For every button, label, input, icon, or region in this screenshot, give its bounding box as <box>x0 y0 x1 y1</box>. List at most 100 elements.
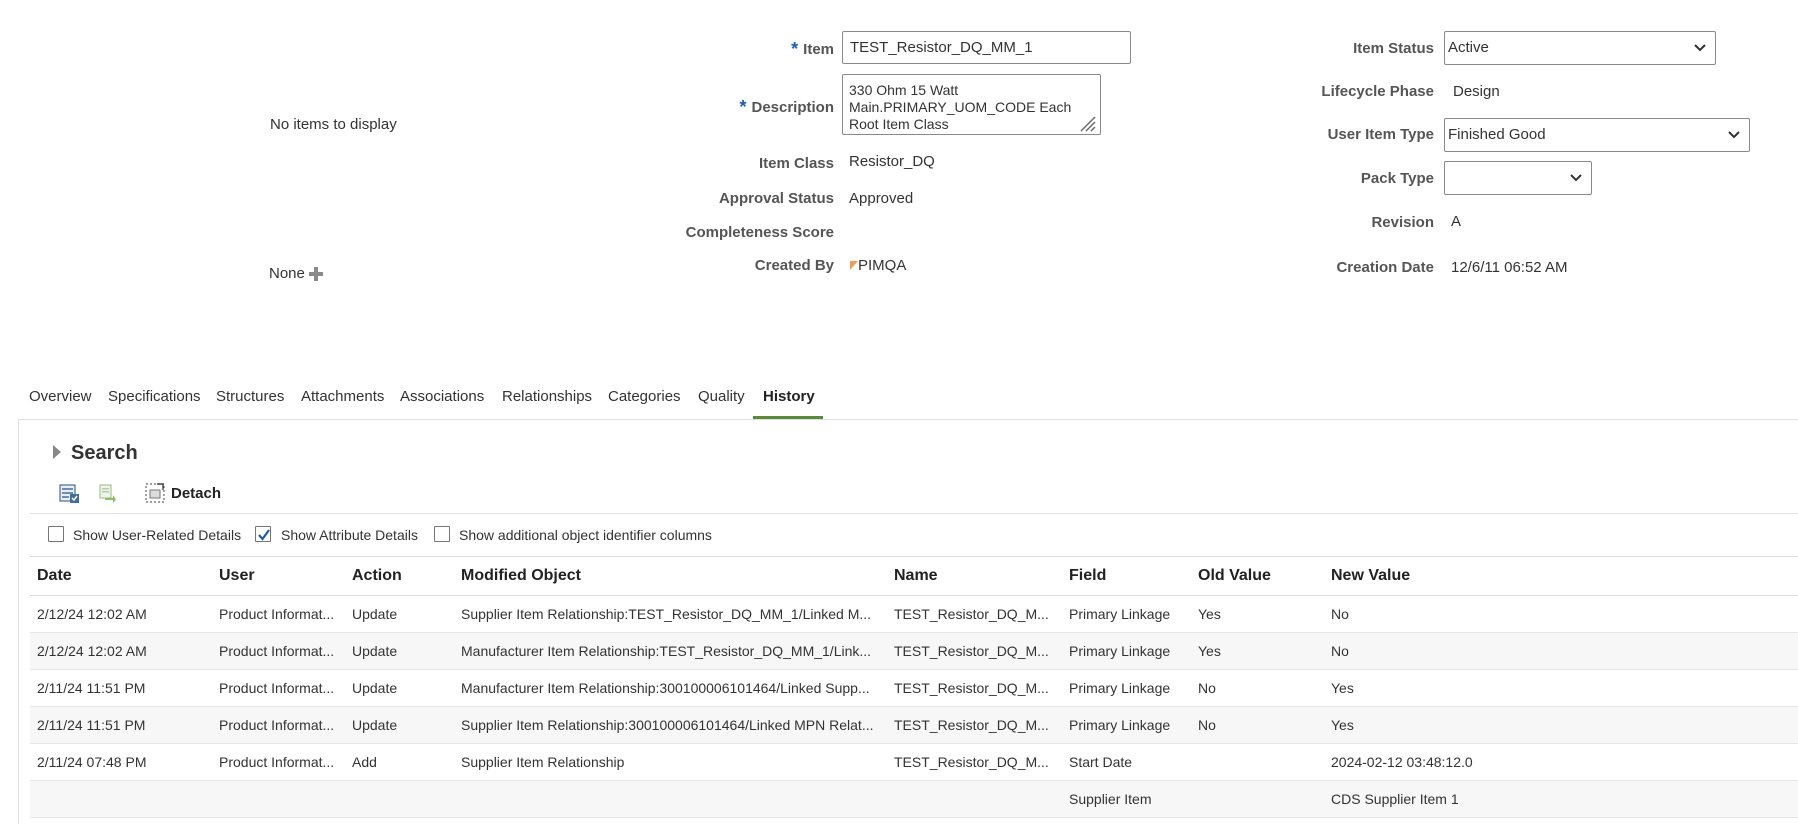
show-attribute-details-label: Show Attribute Details <box>281 527 418 543</box>
cell-name: TEST_Resistor_DQ_M... <box>887 595 1062 633</box>
lifecycle-phase-label: Lifecycle Phase <box>1321 83 1434 100</box>
column-header-name[interactable]: Name <box>887 556 1062 596</box>
cell-new-value: Yes <box>1324 669 1798 707</box>
cell-new-value: No <box>1324 595 1798 633</box>
required-indicator: * <box>791 39 799 59</box>
creation-date-value: 12/6/11 06:52 AM <box>1451 259 1568 276</box>
tab-history[interactable]: History <box>763 388 815 405</box>
cell-old-value: Yes <box>1191 595 1324 633</box>
cell-old-value: Yes <box>1191 632 1324 670</box>
tab-bar: Overview Specifications Structures Attac… <box>0 378 1798 420</box>
cell-user: Product Informat... <box>212 706 345 744</box>
cell-new-value: 2024-02-12 03:48:12.0 <box>1324 743 1798 781</box>
tab-structures[interactable]: Structures <box>216 388 284 405</box>
cell-name <box>887 780 1062 818</box>
cell-user <box>212 780 345 818</box>
lifecycle-phase-value: Design <box>1453 83 1500 100</box>
item-class-label: Item Class <box>758 155 834 172</box>
column-header-action[interactable]: Action <box>345 556 454 596</box>
cell-old-value: No <box>1191 669 1324 707</box>
table-row[interactable]: 2/11/24 07:48 PM Product Informat... Add… <box>30 743 1798 781</box>
column-header-old-value[interactable]: Old Value <box>1191 556 1324 596</box>
column-header-user[interactable]: User <box>212 556 345 596</box>
table-row[interactable]: 2/11/24 11:51 PM Product Informat... Upd… <box>30 669 1798 707</box>
cell-modified-object: Supplier Item Relationship:TEST_Resistor… <box>454 595 887 633</box>
tab-associations[interactable]: Associations <box>400 388 484 405</box>
table-row[interactable]: 2/12/24 12:02 AM Product Informat... Upd… <box>30 632 1798 670</box>
approval-status-value: Approved <box>849 190 914 207</box>
history-table: Date User Action Modified Object Name Fi… <box>30 556 1798 818</box>
cell-field: Supplier Item <box>1062 780 1191 818</box>
user-item-type-label: User Item Type <box>1327 126 1434 143</box>
tab-overview[interactable]: Overview <box>29 388 92 405</box>
column-header-new-value[interactable]: New Value <box>1324 556 1798 596</box>
tab-relationships[interactable]: Relationships <box>502 388 592 405</box>
show-user-related-label: Show User-Related Details <box>73 527 242 543</box>
toolbar-divider <box>30 513 1798 514</box>
checkmark-icon <box>258 529 270 541</box>
completeness-score-label: Completeness Score <box>685 224 834 241</box>
cell-field: Primary Linkage <box>1062 632 1191 670</box>
show-additional-identifier-checkbox[interactable] <box>434 526 450 542</box>
detach-button[interactable]: Detach <box>171 485 221 502</box>
cell-new-value: Yes <box>1324 706 1798 744</box>
revision-label: Revision <box>1371 214 1434 231</box>
required-indicator: * <box>739 97 747 117</box>
cell-date <box>30 780 212 818</box>
tab-attachments[interactable]: Attachments <box>301 388 384 405</box>
tab-specifications[interactable]: Specifications <box>108 388 201 405</box>
cell-field: Primary Linkage <box>1062 669 1191 707</box>
cell-old-value: No <box>1191 706 1324 744</box>
cell-user: Product Informat... <box>212 743 345 781</box>
detach-icon[interactable] <box>145 482 165 504</box>
created-by-value[interactable]: PIMQA <box>858 257 906 274</box>
cell-user: Product Informat... <box>212 669 345 707</box>
cell-name: TEST_Resistor_DQ_M... <box>887 743 1062 781</box>
cell-action: Update <box>345 669 454 707</box>
cell-user: Product Informat... <box>212 632 345 670</box>
flag-icon <box>850 258 858 270</box>
cell-modified-object: Manufacturer Item Relationship:300100006… <box>454 669 887 707</box>
approval-status-label: Approval Status <box>718 190 834 207</box>
user-item-type-select[interactable]: Finished Good <box>1444 118 1750 152</box>
cell-name: TEST_Resistor_DQ_M... <box>887 706 1062 744</box>
none-label: None <box>269 265 305 282</box>
column-header-field[interactable]: Field <box>1062 556 1191 596</box>
resize-handle-icon[interactable] <box>1078 114 1096 132</box>
item-status-label: Item Status <box>1353 40 1434 57</box>
cell-new-value: CDS Supplier Item 1 <box>1324 780 1798 818</box>
item-input[interactable] <box>842 31 1131 64</box>
cell-field: Primary Linkage <box>1062 595 1191 633</box>
chevron-down-icon <box>1728 131 1740 139</box>
column-header-date[interactable]: Date <box>30 556 212 596</box>
export-icon[interactable] <box>58 482 80 504</box>
cell-name: TEST_Resistor_DQ_M... <box>887 632 1062 670</box>
cell-new-value: No <box>1324 632 1798 670</box>
show-attribute-details-checkbox[interactable] <box>255 526 271 542</box>
table-row[interactable]: Supplier Item CDS Supplier Item 1 <box>30 780 1798 818</box>
revision-value: A <box>1451 213 1462 230</box>
cell-action: Update <box>345 706 454 744</box>
cell-field: Start Date <box>1062 743 1191 781</box>
cell-action: Add <box>345 743 454 781</box>
show-user-related-checkbox[interactable] <box>48 526 64 542</box>
cell-date: 2/12/24 12:02 AM <box>30 632 212 670</box>
item-status-select[interactable]: Active <box>1444 31 1716 65</box>
item-label: * Item <box>791 39 834 59</box>
table-row[interactable]: 2/12/24 12:02 AM Product Informat... Upd… <box>30 595 1798 633</box>
expand-triangle-icon[interactable] <box>52 444 62 460</box>
tab-quality[interactable]: Quality <box>698 388 745 405</box>
search-section-title[interactable]: Search <box>71 442 138 465</box>
chevron-down-icon <box>1570 174 1582 182</box>
add-icon[interactable] <box>308 266 324 282</box>
tab-categories[interactable]: Categories <box>608 388 681 405</box>
column-header-modified-object[interactable]: Modified Object <box>454 556 887 596</box>
description-textarea[interactable]: 330 Ohm 15 Watt Main.PRIMARY_UOM_CODE Ea… <box>842 74 1101 135</box>
table-row[interactable]: 2/11/24 11:51 PM Product Informat... Upd… <box>30 706 1798 744</box>
import-icon[interactable] <box>97 483 117 503</box>
pack-type-select[interactable] <box>1444 161 1592 195</box>
pack-type-label: Pack Type <box>1360 170 1434 187</box>
created-by-label: Created By <box>754 257 834 274</box>
item-status-selected: Active <box>1448 39 1489 56</box>
cell-old-value <box>1191 780 1324 818</box>
